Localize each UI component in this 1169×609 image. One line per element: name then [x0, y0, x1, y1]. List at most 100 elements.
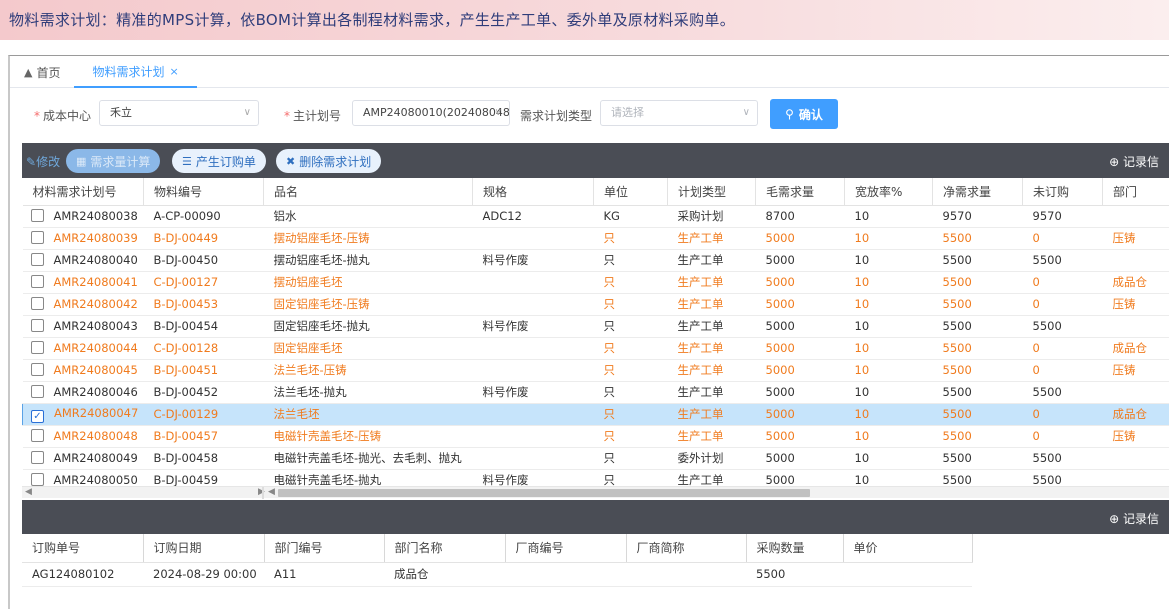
row-checkbox[interactable]: [30, 297, 44, 310]
record-info-button[interactable]: ⊕ 记录信: [1109, 153, 1159, 170]
row-checkbox[interactable]: [30, 253, 44, 266]
cell-dept: 压铸: [1102, 227, 1169, 250]
cell-rate: 10: [844, 425, 933, 448]
cell-net: 5500: [932, 271, 1023, 294]
cell-code: B-DJ-00458: [143, 447, 264, 470]
row-checkbox[interactable]: [30, 319, 44, 332]
column-header[interactable]: 毛需求量: [755, 178, 845, 206]
cell-dept: [1102, 447, 1169, 470]
edit-button[interactable]: ✎修改: [26, 153, 60, 170]
tab-home[interactable]: ▲ 首页: [10, 56, 74, 88]
cell-unit: 只: [593, 425, 668, 448]
confirm-button[interactable]: ⚲ 确认: [770, 99, 838, 129]
column-header[interactable]: 物料编号: [143, 178, 264, 206]
column-header[interactable]: 部门编号: [264, 534, 385, 563]
plan-number: AMR24080043: [53, 319, 138, 333]
cell-rate: 10: [844, 359, 933, 382]
cell-dept: 成品仓: [1102, 403, 1169, 426]
cost-center-select[interactable]: 禾立 ∨: [99, 100, 259, 126]
column-header[interactable]: 部门: [1102, 178, 1169, 206]
cell-rate: 10: [844, 403, 933, 426]
cell-unit: 只: [593, 447, 668, 470]
column-header[interactable]: 单价: [843, 534, 973, 563]
master-plan-label: * 主计划号: [284, 109, 342, 123]
plan-number: AMR24080046: [53, 385, 138, 399]
row-checkbox[interactable]: [30, 275, 44, 288]
column-header[interactable]: 订购单号: [22, 534, 144, 563]
cell-unordered: 0: [1022, 403, 1103, 426]
table-row[interactable]: ✓ AMR24080047 C-DJ-00129 法兰毛坯 只生产工单 5000 10 550…: [22, 403, 1169, 426]
main-toolbar: ✎修改 ▦ 需求量计算 ☰ 产生订购单 ✖ 删除需求计划 ⊕ 记录信: [22, 143, 1169, 178]
tab-material-plan[interactable]: 物料需求计划 ×: [74, 56, 197, 88]
row-checkbox[interactable]: ✓: [31, 409, 44, 423]
column-header[interactable]: 宽放率%: [844, 178, 933, 206]
table-row[interactable]: AMR24080042 B-DJ-00453 固定铝座毛坯-压铸 只生产工单 5000 1…: [22, 293, 1169, 316]
cell-code: B-DJ-00454: [143, 315, 264, 338]
column-header[interactable]: 未订购: [1022, 178, 1103, 206]
table-row[interactable]: AMR24080048 B-DJ-00457 电磁针壳盖毛坯-压铸 只生产工单 5000…: [22, 425, 1169, 448]
row-checkbox[interactable]: [30, 341, 44, 354]
cell-code: B-DJ-00450: [143, 249, 264, 272]
row-checkbox[interactable]: [30, 429, 44, 442]
cell-gross: 5000: [755, 403, 845, 426]
generate-order-button[interactable]: ☰ 产生订购单: [172, 149, 266, 173]
column-header[interactable]: 品名: [263, 178, 473, 206]
scroll-thumb[interactable]: [278, 489, 810, 497]
table-row[interactable]: AMR24080045 B-DJ-00451 法兰毛坯-压铸 只生产工单 5000 10 5…: [22, 359, 1169, 382]
cell-net: 9570: [932, 205, 1023, 228]
row-checkbox[interactable]: [30, 231, 44, 244]
table-row[interactable]: AG124080102 2024-08-29 00:00 A11 成品仓 5500: [22, 562, 972, 587]
column-header[interactable]: 净需求量: [932, 178, 1023, 206]
cell-unit: KG: [593, 205, 668, 228]
table-row[interactable]: AMR24080040 B-DJ-00450 摆动铝座毛坯-抛丸 料号作废只生产工单 5…: [22, 249, 1169, 272]
plan-number: AMR24080049: [53, 451, 138, 465]
cell-rate: 10: [844, 337, 933, 360]
row-checkbox[interactable]: [30, 473, 44, 486]
column-header[interactable]: 采购数量: [746, 534, 844, 563]
table-row[interactable]: AMR24080038 A-CP-00090 铝水 ADC12 KG 采购计划 8700 10…: [22, 205, 1169, 228]
row-checkbox[interactable]: [30, 451, 44, 464]
column-header[interactable]: 厂商编号: [505, 534, 627, 563]
column-header[interactable]: 材料需求计划号: [22, 178, 144, 206]
table-row[interactable]: AMR24080049 B-DJ-00458 电磁针壳盖毛坯-抛光、去毛刺、抛丸 只委…: [22, 447, 1169, 470]
close-icon[interactable]: ×: [170, 65, 179, 78]
master-plan-select[interactable]: AMP24080010(2024080486) ∨: [352, 100, 510, 126]
row-checkbox[interactable]: [30, 209, 44, 222]
cell-net: 5500: [932, 227, 1023, 250]
column-header[interactable]: 单位: [593, 178, 668, 206]
cell-dept: [1102, 249, 1169, 272]
cell-unit: 只: [593, 271, 668, 294]
scroll-left-icon: ◀: [268, 487, 275, 497]
column-header[interactable]: 厂商简称: [626, 534, 747, 563]
cell-unordered: 5500: [1022, 381, 1103, 404]
cell-gross: 5000: [755, 227, 845, 250]
cell-unordered: 5500: [1022, 447, 1103, 470]
column-header[interactable]: 计划类型: [667, 178, 756, 206]
delete-plan-button[interactable]: ✖ 删除需求计划: [276, 149, 382, 173]
cell-spec: [472, 293, 594, 316]
cell-dept: [1102, 205, 1169, 228]
table-row[interactable]: AMR24080039 B-DJ-00449 摆动铝座毛坯-压铸 只生产工单 5000 1…: [22, 227, 1169, 250]
calculate-demand-button[interactable]: ▦ 需求量计算: [66, 149, 161, 173]
column-header[interactable]: 规格: [472, 178, 594, 206]
table-row[interactable]: AMR24080041 C-DJ-00127 摆动铝座毛坯 只生产工单 5000 10 55…: [22, 271, 1169, 294]
cell-unit: 只: [593, 315, 668, 338]
column-header[interactable]: 部门名称: [384, 534, 506, 563]
table-row[interactable]: AMR24080046 B-DJ-00452 法兰毛坯-抛丸 料号作废只生产工单 500…: [22, 381, 1169, 404]
tab-bar: ▲ 首页 物料需求计划 ×: [10, 56, 1169, 88]
cell-spec: [472, 447, 594, 470]
cell-gross: 8700: [755, 205, 845, 228]
cell-name: 固定铝座毛坯-压铸: [263, 293, 473, 316]
row-checkbox[interactable]: [30, 385, 44, 398]
row-checkbox[interactable]: [30, 363, 44, 376]
horizontal-scrollbar[interactable]: ◀ ▶ ◀: [22, 486, 1169, 499]
cell-unit: 只: [593, 359, 668, 382]
record-info-button[interactable]: ⊕ 记录信: [1109, 510, 1159, 527]
plan-type-select[interactable]: 请选择 ∨: [600, 100, 758, 126]
table-row[interactable]: AMR24080043 B-DJ-00454 固定铝座毛坯-抛丸 料号作废只生产工单 5…: [22, 315, 1169, 338]
table-row[interactable]: AMR24080044 C-DJ-00128 固定铝座毛坯 只生产工单 5000 10 55…: [22, 337, 1169, 360]
cell-spec: [472, 403, 594, 426]
cell-name: 法兰毛坯-压铸: [263, 359, 473, 382]
column-header[interactable]: 订购日期: [143, 534, 265, 563]
calculator-icon: ▦: [76, 154, 87, 168]
